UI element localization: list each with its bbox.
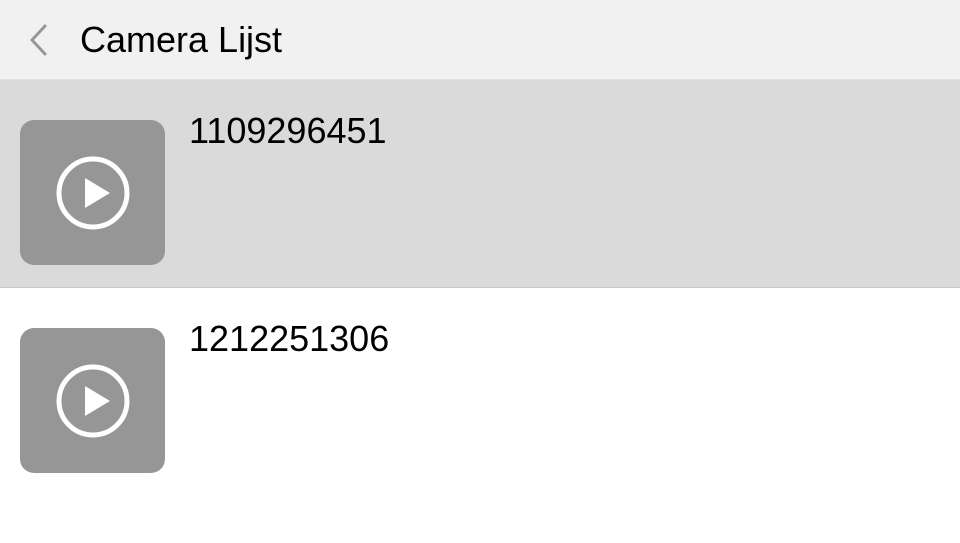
camera-thumbnail xyxy=(20,120,165,265)
list-item[interactable]: 1212251306 xyxy=(0,288,960,495)
list-item[interactable]: 1109296451 xyxy=(0,80,960,288)
camera-list: 1109296451 1212251306 xyxy=(0,80,960,495)
header: Camera Lijst xyxy=(0,0,960,80)
camera-id-label: 1212251306 xyxy=(189,318,389,360)
play-icon xyxy=(54,154,132,232)
camera-id-label: 1109296451 xyxy=(189,110,387,152)
back-button[interactable] xyxy=(28,22,48,58)
chevron-left-icon xyxy=(29,24,47,56)
camera-thumbnail xyxy=(20,328,165,473)
page-title: Camera Lijst xyxy=(80,19,282,61)
play-icon xyxy=(54,362,132,440)
